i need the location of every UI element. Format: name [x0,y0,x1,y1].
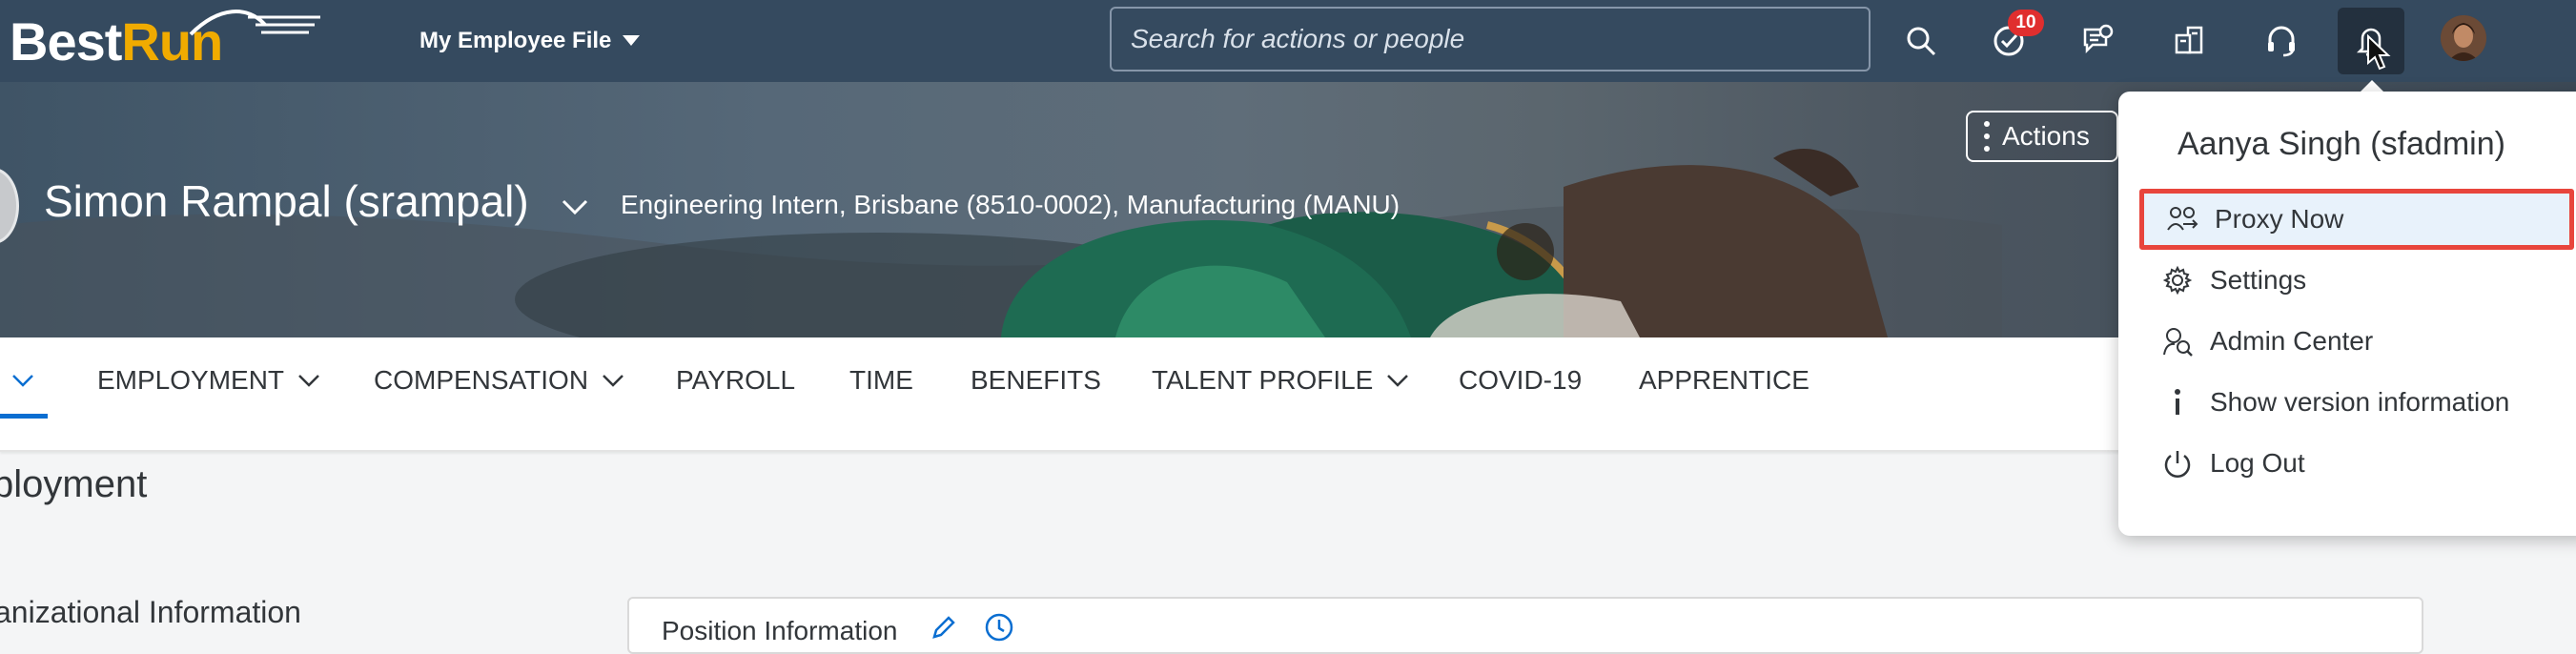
history-clock-icon[interactable] [984,612,1014,643]
menu-item-admin-center[interactable]: Admin Center [2139,311,2574,372]
tab-personal-collapsed[interactable] [11,337,34,423]
menu-item-settings[interactable]: Settings [2139,250,2574,311]
pencil-icon[interactable] [930,614,957,641]
org-chart-button[interactable] [2157,8,2223,74]
search-icon [1907,27,1936,56]
user-avatar[interactable] [2441,15,2486,61]
tab-label: COVID-19 [1459,365,1583,395]
tab-employment[interactable]: EMPLOYMENT [97,337,320,423]
todo-button[interactable]: 10 [1975,8,2044,74]
admin-center-icon [2158,326,2197,357]
global-search-field[interactable] [1110,7,1871,72]
menu-item-label: Settings [2210,265,2307,295]
help-button[interactable] [2248,8,2315,74]
tab-talent-profile[interactable]: TALENT PROFILE [1152,337,1409,423]
chevron-down-icon[interactable] [561,198,589,215]
todo-count-badge: 10 [2008,10,2044,36]
power-icon [2158,448,2197,479]
menu-user-name: Aanya Singh (sfadmin) [2177,126,2505,162]
active-tab-indicator [0,414,48,419]
menu-item-label: Proxy Now [2215,204,2344,234]
module-menu-button[interactable]: My Employee File [419,0,641,82]
subsection-title: anizational Information [0,595,301,629]
logo-best-text: Best [10,10,122,72]
info-icon [2158,388,2197,417]
module-menu-label: My Employee File [419,28,612,53]
tab-compensation[interactable]: COMPENSATION [374,337,624,423]
menu-item-version-info[interactable]: Show version information [2139,372,2574,433]
headset-icon [2268,26,2295,57]
tab-covid-19[interactable]: COVID-19 [1459,337,1582,423]
chevron-down-icon [298,375,319,387]
chevron-down-icon [1387,375,1409,387]
company-logo[interactable]: Best Run [10,0,320,82]
proxy-icon [2163,205,2201,234]
section-title: ployment [0,463,148,505]
actions-button[interactable]: Actions [1966,111,2118,162]
mouse-cursor-icon [2367,34,2391,71]
employee-job-info: Engineering Intern, Brisbane (8510-0002)… [621,190,1400,219]
tab-time[interactable]: TIME [849,337,913,423]
chevron-down-icon [603,375,624,387]
tab-label: TALENT PROFILE [1152,365,1374,395]
chat-bubble-icon [2083,24,2114,54]
menu-item-proxy-now[interactable]: Proxy Now [2139,189,2574,250]
notifications-button[interactable] [2065,8,2132,74]
actions-label: Actions [2002,121,2090,151]
search-button[interactable] [1888,8,1954,74]
menu-item-label: Show version information [2210,387,2510,417]
user-menu-popover: Aanya Singh (sfadmin) Proxy Now Settings [2118,92,2576,536]
tab-apprentice[interactable]: APPRENTICE [1639,337,1809,423]
tab-label: COMPENSATION [374,365,589,395]
menu-item-label: Log Out [2210,448,2305,478]
position-information-card: Position Information [627,597,2423,654]
gear-icon [2158,265,2197,296]
caret-down-icon [623,35,641,46]
card-title: Position Information [662,616,898,645]
tab-payroll[interactable]: PAYROLL [676,337,795,423]
menu-item-label: Admin Center [2210,326,2374,356]
tab-label: BENEFITS [971,365,1101,395]
tab-label: EMPLOYMENT [97,365,285,395]
tab-label: APPRENTICE [1639,365,1809,395]
menu-item-log-out[interactable]: Log Out [2139,433,2574,494]
logo-wave-graphic [189,10,320,36]
tab-label: TIME [849,365,913,395]
tab-benefits[interactable]: BENEFITS [971,337,1101,423]
tab-label: PAYROLL [676,365,796,395]
chevron-down-icon [12,375,33,387]
employee-name: Simon Rampal (srampal) [44,176,529,226]
avatar-photo-icon [2441,15,2486,61]
org-chart-icon [2175,26,2203,54]
shell-bar: BestRun My Employee File 10 [0,0,2576,82]
vertical-dots-icon [1984,121,1990,152]
search-input[interactable] [1129,23,1869,55]
